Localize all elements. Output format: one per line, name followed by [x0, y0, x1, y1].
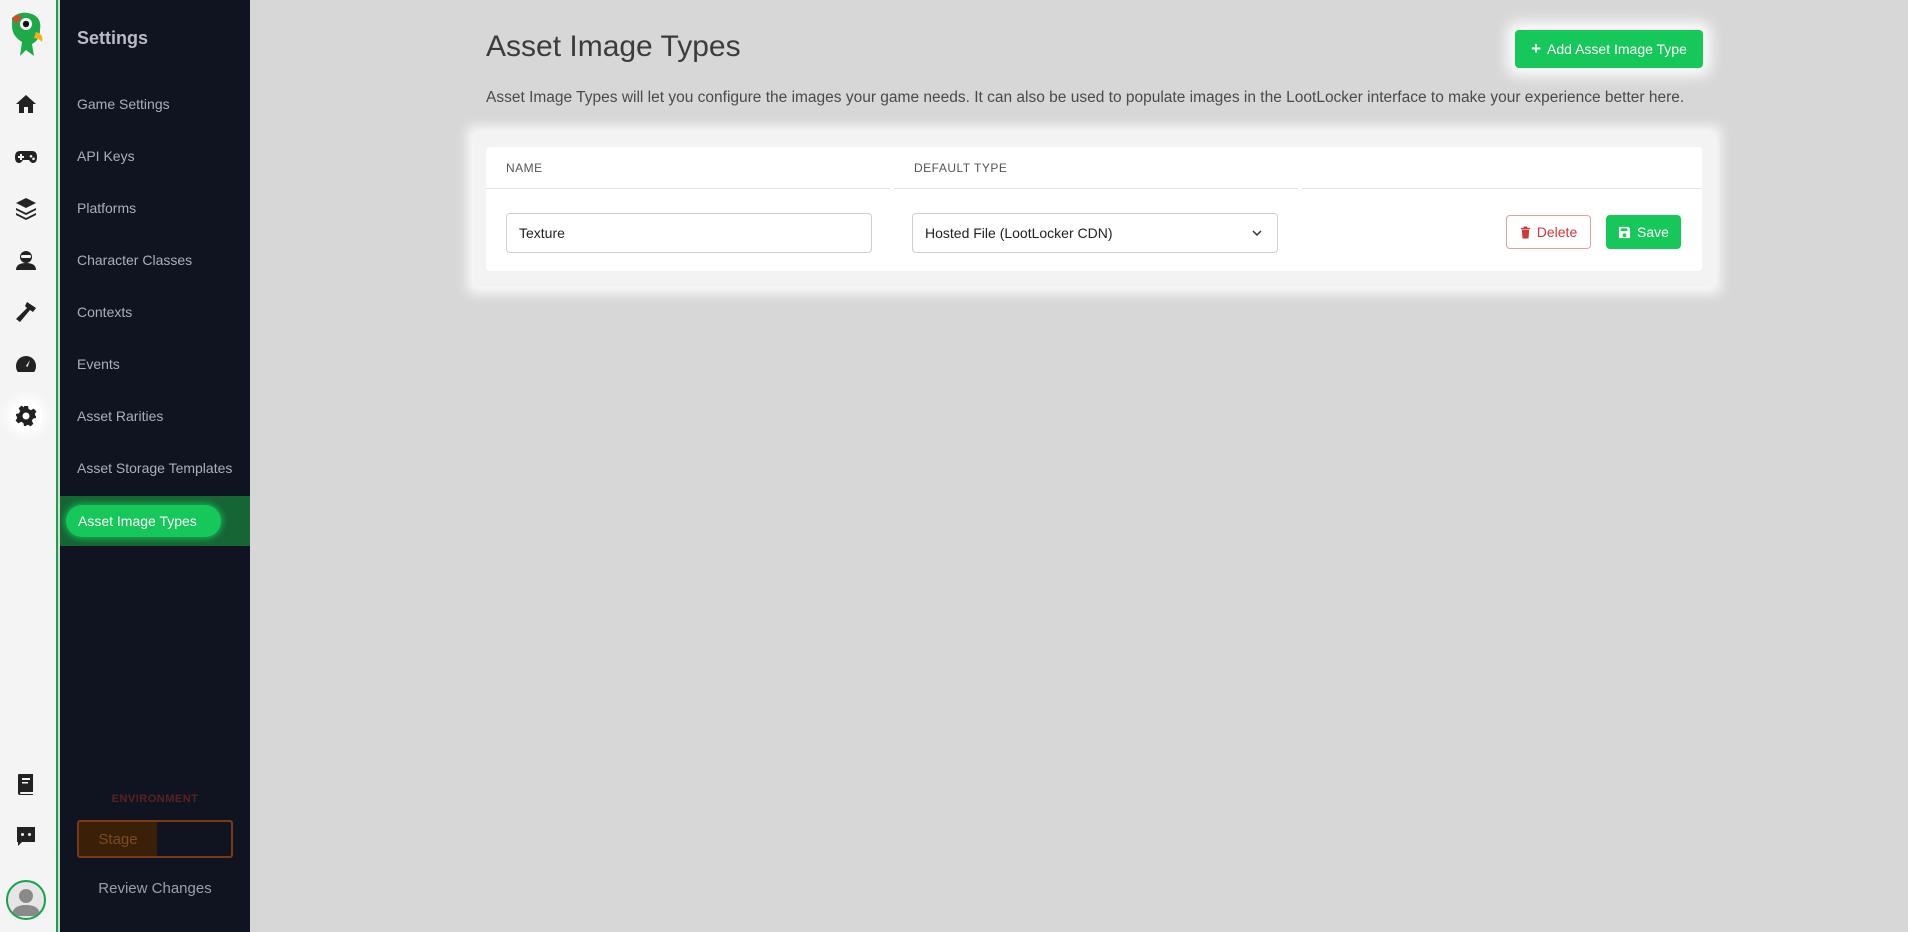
sidebar-item-character-classes[interactable]: Character Classes [77, 252, 192, 268]
gauge-icon[interactable] [10, 348, 42, 380]
sidebar-item-asset-rarities[interactable]: Asset Rarities [77, 408, 163, 424]
sidebar-title: Settings [77, 28, 149, 48]
column-header-actions [1302, 147, 1702, 189]
environment-stage-option[interactable]: Stage [79, 822, 157, 856]
name-input[interactable] [506, 213, 872, 253]
gear-icon[interactable] [10, 400, 42, 432]
environment-toggle[interactable]: Stage [77, 820, 233, 858]
gamepad-icon[interactable] [10, 140, 42, 172]
asset-image-types-table: NAME DEFAULT TYPE Hosted File (LootLocke… [486, 147, 1702, 271]
delete-button[interactable]: Delete [1506, 215, 1591, 249]
floppy-disk-icon [1618, 226, 1631, 238]
sidebar-item-api-keys[interactable]: API Keys [77, 148, 135, 164]
asset-image-types-panel: NAME DEFAULT TYPE Hosted File (LootLocke… [474, 133, 1714, 287]
page-title: Asset Image Types [486, 30, 741, 63]
sidebar-item-game-settings[interactable]: Game Settings [77, 96, 170, 112]
layers-icon[interactable] [10, 192, 42, 224]
delete-button-label: Delete [1536, 224, 1578, 240]
default-type-value: Hosted File (LootLocker CDN) [925, 225, 1113, 241]
sidebar-item-asset-storage-templates[interactable]: Asset Storage Templates [77, 460, 232, 476]
discord-icon[interactable] [10, 820, 42, 852]
players-icon[interactable] [10, 244, 42, 276]
settings-sidebar: Settings Game Settings API Keys Platform… [60, 0, 250, 932]
sidebar-item-contexts[interactable]: Contexts [77, 304, 132, 320]
user-avatar-icon[interactable] [6, 880, 46, 920]
hammer-icon[interactable] [10, 296, 42, 328]
review-changes-link[interactable]: Review Changes [60, 880, 250, 897]
book-icon[interactable] [10, 768, 42, 800]
save-button-label: Save [1637, 224, 1669, 240]
add-asset-image-type-button[interactable]: + Add Asset Image Type [1515, 30, 1703, 68]
environment-live-option[interactable] [157, 822, 231, 856]
trash-icon [1520, 226, 1530, 238]
add-button-label: Add Asset Image Type [1547, 41, 1687, 57]
default-type-select[interactable]: Hosted File (LootLocker CDN) [912, 213, 1278, 253]
page-description: Asset Image Types will let you configure… [486, 89, 1685, 106]
icon-rail [0, 0, 58, 932]
logo-parrot-icon[interactable] [6, 10, 50, 60]
home-icon[interactable] [10, 88, 42, 120]
environment-label: ENVIRONMENT [111, 793, 199, 805]
sidebar-item-events[interactable]: Events [77, 356, 120, 372]
column-header-default-type: DEFAULT TYPE [894, 147, 1298, 189]
plus-icon: + [1531, 39, 1542, 58]
column-header-name: NAME [486, 147, 890, 189]
sidebar-item-platforms[interactable]: Platforms [77, 200, 136, 216]
sidebar-item-asset-image-types[interactable]: Asset Image Types [66, 505, 221, 537]
chevron-down-icon [1252, 230, 1262, 237]
name-input-field[interactable] [519, 225, 871, 241]
save-button[interactable]: Save [1606, 215, 1681, 249]
